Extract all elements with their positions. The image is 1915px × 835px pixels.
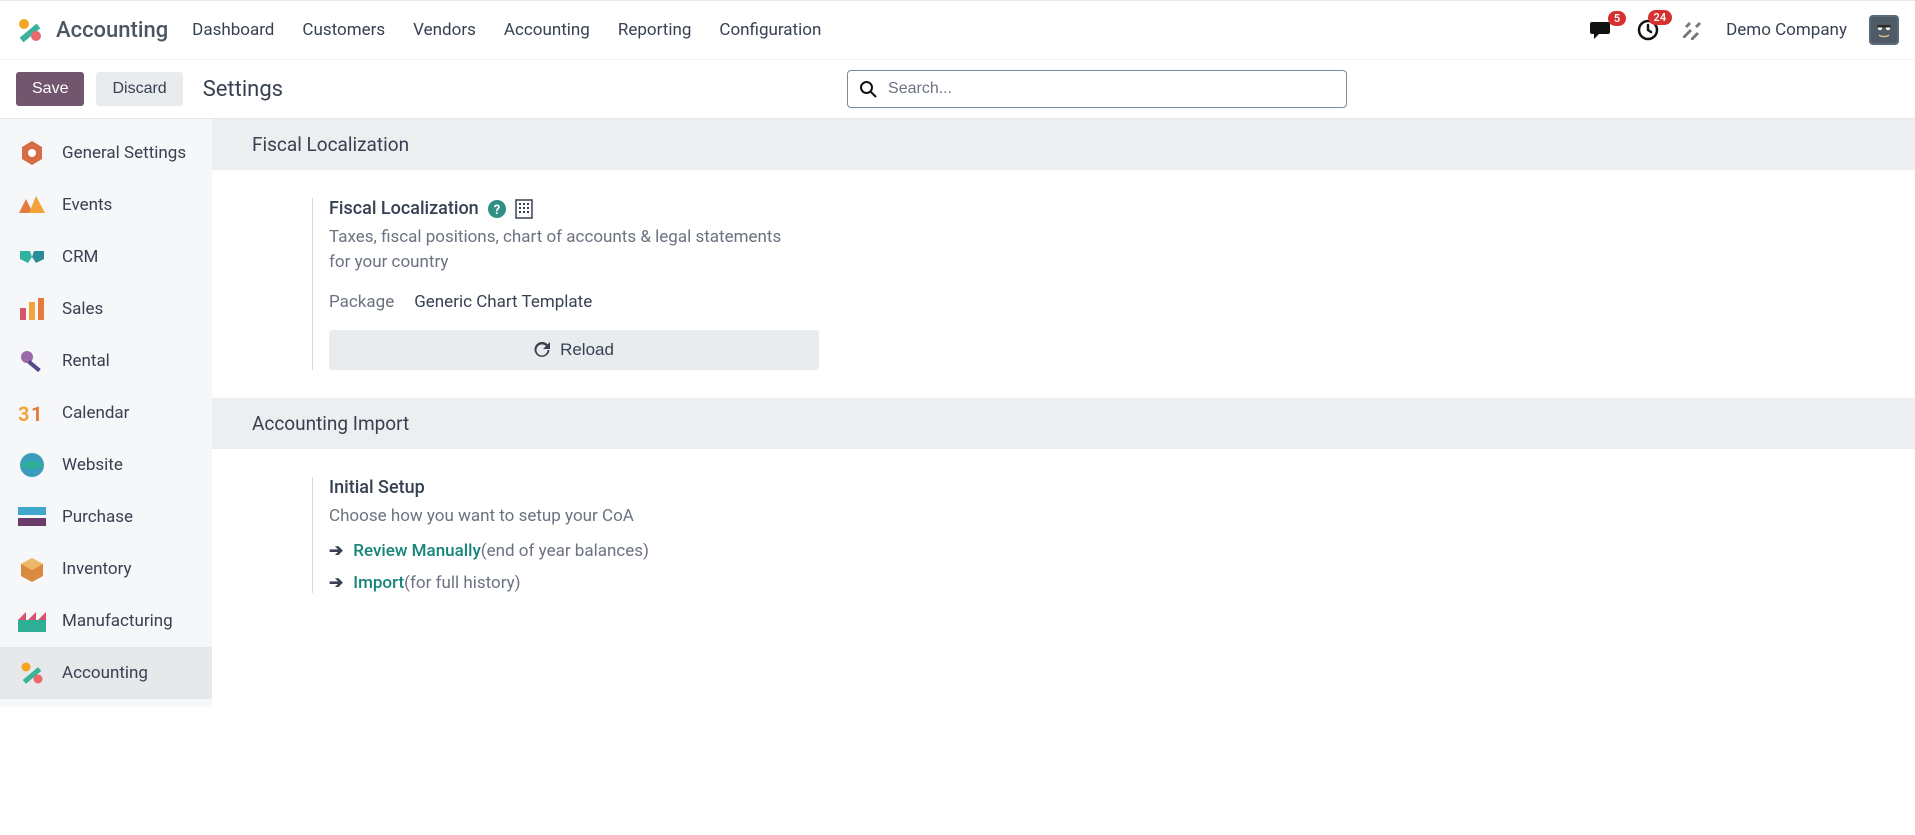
setting-title: Initial Setup	[329, 477, 912, 498]
activities-button[interactable]: 24	[1636, 18, 1660, 42]
nav-vendors[interactable]: Vendors	[413, 20, 476, 40]
accounting-icon	[18, 659, 46, 687]
package-label: Package	[329, 292, 394, 312]
globe-icon	[18, 451, 46, 479]
svg-text:?: ?	[493, 203, 499, 218]
sidebar-item-accounting[interactable]: Accounting	[0, 647, 212, 699]
refresh-icon	[534, 342, 550, 358]
svg-text:1: 1	[31, 402, 42, 425]
handshake-icon	[18, 243, 46, 271]
sidebar-item-label: Purchase	[62, 507, 133, 527]
sidebar-item-label: Accounting	[62, 663, 148, 683]
settings-content: Fiscal Localization Fiscal Localization …	[212, 119, 1915, 707]
key-icon	[18, 347, 46, 375]
nav-reporting[interactable]: Reporting	[618, 20, 692, 40]
topbar-right: 5 24 Demo Company	[1590, 15, 1899, 45]
arrow-right-icon: ➔	[329, 541, 343, 561]
package-value[interactable]: Generic Chart Template	[414, 292, 592, 312]
sidebar-item-calendar[interactable]: 31 Calendar	[0, 387, 212, 439]
sidebar-item-label: CRM	[62, 247, 98, 267]
sidebar-item-events[interactable]: Events	[0, 179, 212, 231]
sidebar-item-website[interactable]: Website	[0, 439, 212, 491]
messages-button[interactable]: 5	[1590, 19, 1614, 41]
tools-button[interactable]	[1682, 19, 1704, 41]
activities-badge: 24	[1648, 10, 1673, 25]
setting-description: Choose how you want to setup your CoA	[329, 504, 799, 529]
import-link[interactable]: Import	[353, 573, 404, 593]
section-body-import: Initial Setup Choose how you want to set…	[212, 449, 1915, 621]
settings-sidebar: General Settings Events CRM Sales Rental…	[0, 119, 212, 707]
page-title: Settings	[203, 77, 283, 102]
sidebar-item-label: Website	[62, 455, 123, 475]
top-navbar: Accounting Dashboard Customers Vendors A…	[0, 0, 1915, 60]
initial-setup-setting: Initial Setup Choose how you want to set…	[312, 477, 912, 593]
sidebar-item-sales[interactable]: Sales	[0, 283, 212, 335]
review-paren: (end of year balances)	[481, 541, 649, 561]
setting-title: Fiscal Localization	[329, 198, 479, 219]
review-manually-row: ➔ Review Manually(end of year balances)	[329, 541, 912, 561]
tools-icon	[1682, 19, 1704, 41]
sidebar-item-purchase[interactable]: Purchase	[0, 491, 212, 543]
svg-text:3: 3	[18, 402, 29, 425]
nav-accounting[interactable]: Accounting	[504, 20, 590, 40]
save-button[interactable]: Save	[16, 72, 84, 106]
discard-button[interactable]: Discard	[96, 72, 182, 106]
purchase-icon	[18, 503, 46, 531]
sidebar-item-crm[interactable]: CRM	[0, 231, 212, 283]
section-header-import: Accounting Import	[212, 398, 1915, 449]
sidebar-item-general-settings[interactable]: General Settings	[0, 127, 212, 179]
bar-chart-icon	[18, 295, 46, 323]
events-icon	[18, 191, 46, 219]
page-body: General Settings Events CRM Sales Rental…	[0, 118, 1915, 707]
import-row: ➔ Import(for full history)	[329, 573, 912, 593]
search-wrapper	[847, 70, 1347, 108]
sidebar-item-label: Inventory	[62, 559, 132, 579]
user-avatar[interactable]	[1869, 15, 1899, 45]
sidebar-item-label: Events	[62, 195, 112, 215]
sidebar-item-label: Manufacturing	[62, 611, 173, 631]
help-icon[interactable]: ?	[487, 199, 507, 219]
building-icon	[515, 199, 533, 219]
fiscal-localization-setting: Fiscal Localization ? Taxes, fiscal posi…	[312, 198, 912, 370]
sidebar-item-label: Rental	[62, 351, 110, 371]
calendar-icon: 31	[18, 399, 46, 427]
arrow-right-icon: ➔	[329, 573, 343, 593]
main-nav: Dashboard Customers Vendors Accounting R…	[192, 20, 821, 40]
sidebar-item-label: Calendar	[62, 403, 129, 423]
sidebar-item-label: General Settings	[62, 143, 186, 163]
sidebar-item-label: Sales	[62, 299, 103, 319]
brand: Accounting	[16, 16, 168, 44]
sidebar-item-inventory[interactable]: Inventory	[0, 543, 212, 595]
section-header-fiscal: Fiscal Localization	[212, 119, 1915, 170]
review-manually-link[interactable]: Review Manually	[353, 541, 481, 561]
reload-label: Reload	[560, 340, 614, 360]
factory-icon	[18, 607, 46, 635]
company-name[interactable]: Demo Company	[1726, 20, 1847, 40]
box-icon	[18, 555, 46, 583]
sidebar-item-manufacturing[interactable]: Manufacturing	[0, 595, 212, 647]
import-paren: (for full history)	[404, 573, 520, 593]
section-body-fiscal: Fiscal Localization ? Taxes, fiscal posi…	[212, 170, 1915, 398]
reload-button[interactable]: Reload	[329, 330, 819, 370]
app-title: Accounting	[56, 18, 168, 43]
sidebar-item-rental[interactable]: Rental	[0, 335, 212, 387]
accounting-app-icon	[16, 16, 44, 44]
nav-dashboard[interactable]: Dashboard	[192, 20, 274, 40]
search-input[interactable]	[847, 70, 1347, 108]
search-icon	[859, 80, 877, 98]
messages-badge: 5	[1608, 11, 1626, 26]
control-row: Save Discard Settings	[0, 60, 1915, 118]
nav-configuration[interactable]: Configuration	[719, 20, 821, 40]
setting-description: Taxes, fiscal positions, chart of accoun…	[329, 225, 799, 274]
nav-customers[interactable]: Customers	[302, 20, 385, 40]
gear-icon	[18, 139, 46, 167]
